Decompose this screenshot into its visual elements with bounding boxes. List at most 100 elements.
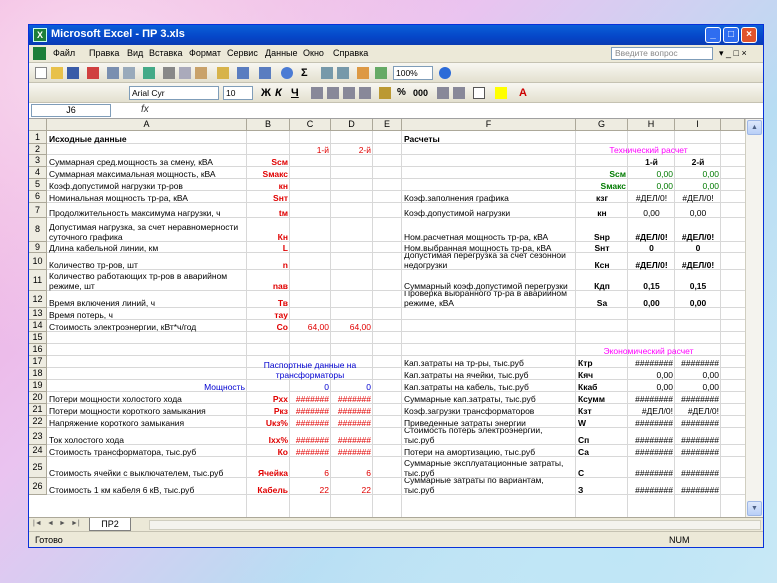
scroll-up-arrow[interactable]: ▲ xyxy=(747,120,762,135)
underline-button[interactable]: Ч xyxy=(291,86,299,100)
save-icon[interactable] xyxy=(67,67,79,79)
tech-value-1[interactable]: 0,00 xyxy=(628,291,675,308)
col-header-h[interactable]: H xyxy=(628,119,675,131)
row-header[interactable]: 24 xyxy=(29,445,47,457)
row-header[interactable]: 1 xyxy=(29,131,47,144)
passport-header[interactable]: Паспортные данные на трансформаторы xyxy=(247,356,373,380)
col-header-a[interactable]: A xyxy=(47,119,247,131)
scroll-down-arrow[interactable]: ▼ xyxy=(747,501,762,516)
last-sheet-arrow[interactable]: ►| xyxy=(71,520,80,527)
undo-icon[interactable] xyxy=(237,67,249,79)
currency-icon[interactable] xyxy=(379,87,391,99)
col-d-head[interactable]: 2-й xyxy=(331,144,373,155)
left-label[interactable]: Время включения линий, ч xyxy=(47,291,247,308)
menu-insert[interactable]: Вставка xyxy=(149,48,182,58)
tech-symbol[interactable]: Sнр xyxy=(576,218,628,242)
econ-value-2[interactable]: #ДЕЛ/0! xyxy=(675,404,721,416)
econ-value-2[interactable]: ######## xyxy=(675,478,721,495)
tech-value-2[interactable]: 0,00 xyxy=(675,203,721,218)
vertical-scrollbar[interactable]: ▲ ▼ xyxy=(745,119,763,517)
left-label[interactable]: Потери мощности холостого хода xyxy=(47,392,247,404)
row-header[interactable]: 20 xyxy=(29,392,47,404)
econ-symbol[interactable]: Сп xyxy=(576,428,628,445)
left-value-2[interactable]: ####### xyxy=(331,404,373,416)
left-value-2[interactable]: 22 xyxy=(331,478,373,495)
row-header[interactable]: 23 xyxy=(29,428,47,445)
econ-label[interactable]: Суммарные эксплуатационные затраты, тыс.… xyxy=(402,457,576,478)
left-label[interactable]: Количество работающих тр-ров в аварийном… xyxy=(47,270,247,291)
row-header[interactable]: 22 xyxy=(29,416,47,428)
left-label[interactable]: Ток холостого хода xyxy=(47,428,247,445)
left-label[interactable]: Время потерь, ч xyxy=(47,308,247,320)
left-symbol[interactable]: Ко xyxy=(247,445,290,457)
econ-symbol[interactable]: Кяч xyxy=(576,368,628,380)
econ-value-2[interactable]: 0,00 xyxy=(675,368,721,380)
col-header-i[interactable]: I xyxy=(675,119,721,131)
tech-value-1[interactable]: 0,15 xyxy=(628,270,675,291)
tech-symbol[interactable]: Sнт xyxy=(576,242,628,253)
left-label[interactable]: Стоимость трансформатора, тыс.руб xyxy=(47,445,247,457)
tech-symbol[interactable]: Sсм xyxy=(576,167,628,179)
row-header[interactable]: 10 xyxy=(29,253,47,270)
tech-value-1[interactable]: #ДЕЛ/0! xyxy=(628,253,675,270)
col-header-d[interactable]: D xyxy=(331,119,373,131)
left-label[interactable]: Мощность xyxy=(47,380,247,392)
chart-wizard-icon[interactable] xyxy=(357,67,369,79)
left-value-1[interactable]: ####### xyxy=(290,404,331,416)
row-header[interactable]: 7 xyxy=(29,203,47,218)
left-value-1[interactable]: ####### xyxy=(290,392,331,404)
sort-ascending-icon[interactable] xyxy=(321,67,333,79)
tech-col-h[interactable]: 1-й xyxy=(628,155,675,167)
left-symbol[interactable]: Кн xyxy=(247,218,290,242)
tech-value-2[interactable]: 0,00 xyxy=(675,179,721,191)
econ-symbol[interactable]: С xyxy=(576,457,628,478)
bold-button[interactable]: Ж xyxy=(261,86,271,100)
left-symbol[interactable]: Uкз% xyxy=(247,416,290,428)
maximize-button[interactable]: □ xyxy=(723,27,739,43)
hyperlink-icon[interactable] xyxy=(281,67,293,79)
horizontal-scrollbar[interactable] xyxy=(149,520,761,530)
left-label[interactable]: Стоимость 1 км кабеля 6 кВ, тыс.руб xyxy=(47,478,247,495)
left-value-1[interactable]: 64,00 xyxy=(290,320,331,332)
econ-symbol[interactable]: W xyxy=(576,416,628,428)
col-header-f[interactable]: F xyxy=(402,119,576,131)
prev-sheet-arrow[interactable]: ◄ xyxy=(47,520,54,527)
left-value-1[interactable]: 22 xyxy=(290,478,331,495)
econ-value-1[interactable]: ######## xyxy=(628,428,675,445)
left-symbol[interactable]: Pxx xyxy=(247,392,290,404)
tech-value-2[interactable]: 0,00 xyxy=(675,167,721,179)
left-label[interactable]: Напряжение короткого замыкания xyxy=(47,416,247,428)
tech-value-1[interactable]: 0 xyxy=(628,242,675,253)
fill-color-icon[interactable] xyxy=(495,87,507,99)
drawing-icon[interactable] xyxy=(375,67,387,79)
format-painter-icon[interactable] xyxy=(217,67,229,79)
ask-question-input[interactable]: Введите вопрос xyxy=(611,47,713,60)
econ-value-2[interactable]: ######## xyxy=(675,457,721,478)
help-icon[interactable] xyxy=(439,67,451,79)
tech-value-1[interactable]: #ДЕЛ/0! xyxy=(628,218,675,242)
col-header-b[interactable]: B xyxy=(247,119,290,131)
econ-label[interactable]: Суммарные кап.затраты, тыс.руб xyxy=(402,392,576,404)
econ-label[interactable]: Кап.затраты на ячейки, тыс.руб xyxy=(402,368,576,380)
left-value-2[interactable]: 64,00 xyxy=(331,320,373,332)
tech-value-2[interactable]: #ДЕЛ/0! xyxy=(675,218,721,242)
econ-value-2[interactable]: ######## xyxy=(675,356,721,368)
row-header[interactable]: 18 xyxy=(29,368,47,380)
col-header-g[interactable]: G xyxy=(576,119,628,131)
left-symbol[interactable]: Sмакс xyxy=(247,167,290,179)
left-value-1[interactable]: ####### xyxy=(290,445,331,457)
menu-file[interactable]: Файл xyxy=(53,48,75,58)
econ-value-2[interactable]: ######## xyxy=(675,445,721,457)
menu-data[interactable]: Данные xyxy=(265,48,298,58)
sort-descending-icon[interactable] xyxy=(337,67,349,79)
left-value-1[interactable]: ####### xyxy=(290,416,331,428)
tech-header[interactable]: Технический расчет xyxy=(576,144,721,155)
row-header[interactable]: 19 xyxy=(29,380,47,392)
row-header[interactable]: 14 xyxy=(29,320,47,332)
left-value-2[interactable]: ####### xyxy=(331,445,373,457)
tech-value-1[interactable]: 0,00 xyxy=(628,179,675,191)
left-value-1[interactable]: 6 xyxy=(290,457,331,478)
econ-value-2[interactable]: ######## xyxy=(675,416,721,428)
left-header[interactable]: Исходные данные xyxy=(47,131,247,144)
econ-symbol[interactable]: Ктр xyxy=(576,356,628,368)
